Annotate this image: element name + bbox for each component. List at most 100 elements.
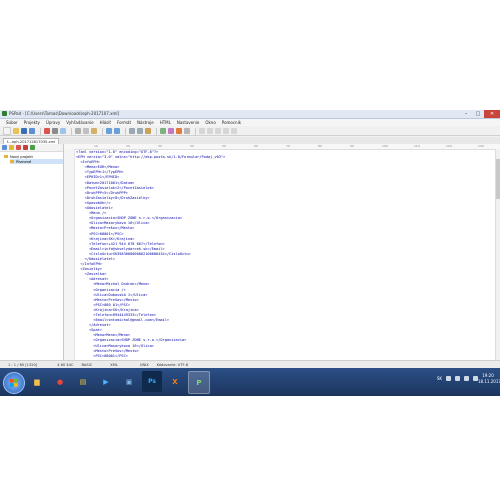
tool-icon[interactable] — [207, 128, 213, 134]
toolbar — [0, 127, 500, 136]
add-icon[interactable] — [30, 145, 35, 150]
ruler-mark: 10 — [94, 144, 98, 148]
status-position: 1 : 1 / 80 [1320] — [8, 363, 38, 367]
folder-icon[interactable]: ▆ — [27, 371, 47, 392]
project-icon[interactable] — [2, 145, 7, 150]
folder-icon[interactable] — [9, 145, 14, 150]
heart-icon[interactable] — [23, 145, 28, 150]
pspad-icon[interactable]: P — [188, 371, 210, 394]
tool-icon[interactable] — [199, 128, 205, 134]
menu-file[interactable]: Súbor — [6, 120, 18, 125]
flag-icon[interactable] — [455, 376, 460, 381]
menu-projects[interactable]: Projekty — [24, 120, 40, 125]
remove-icon[interactable] — [16, 145, 21, 150]
menu-view[interactable]: Hlásiť — [100, 120, 111, 125]
redo-icon[interactable] — [114, 128, 120, 134]
menu-format[interactable]: Formát — [117, 120, 131, 125]
status-syntax: XML — [110, 363, 118, 367]
status-eol: UNIX — [139, 363, 149, 367]
ruler-mark: 30 — [158, 144, 162, 148]
title-bar[interactable]: PSPad - [C:\Users\Tomas\Downloads\eph-20… — [0, 110, 500, 119]
tool-icon[interactable] — [231, 128, 237, 134]
status-column: 4 80 $4C — [57, 363, 74, 367]
search-icon[interactable] — [129, 128, 135, 134]
app-window: PSPad - [C:\Users\Tomas\Downloads\eph-20… — [0, 110, 500, 369]
project-item-label: Písmené — [16, 159, 32, 164]
tab-row: t...eph-201712817035.xml — [0, 137, 500, 145]
open-folder-icon[interactable] — [13, 128, 19, 134]
menu-settings[interactable]: Nastavenie — [177, 120, 199, 125]
clock[interactable]: 19:20 18.11.2017 — [478, 373, 500, 385]
windows-logo-icon — [10, 379, 18, 387]
tray-arrow-icon[interactable] — [446, 376, 451, 381]
system-tray: SK — [433, 376, 478, 381]
cut-icon[interactable] — [75, 128, 81, 134]
save-all-icon[interactable] — [29, 128, 35, 134]
photoshop-icon[interactable]: Ps — [142, 371, 162, 392]
app-icon[interactable]: ▣ — [119, 371, 139, 392]
clock-date: 18.11.2017 — [478, 379, 500, 384]
code-editor[interactable]: 10 20 30 40 50 60 70 80 90 100 110 120 1… — [64, 144, 500, 360]
ruler-mark: 90 — [350, 144, 354, 148]
network-icon[interactable] — [464, 376, 469, 381]
menu-edit[interactable]: Úpravy — [46, 120, 60, 125]
toolbar-separator — [71, 127, 72, 135]
line-gutter — [64, 149, 75, 360]
ruler-mark: 110 — [414, 144, 420, 148]
html-icon[interactable] — [160, 128, 166, 134]
vertical-scrollbar[interactable] — [495, 149, 500, 360]
status-encoding: Kódovanie: UTF-8 — [156, 363, 189, 367]
window-controls: – □ ✕ — [460, 110, 500, 118]
browser-icon[interactable] — [176, 128, 182, 134]
new-file-icon[interactable] — [3, 127, 11, 135]
color-icon[interactable] — [168, 128, 174, 134]
toolbar-separator — [195, 127, 196, 135]
print-icon[interactable] — [52, 128, 58, 134]
paste-icon[interactable] — [91, 128, 97, 134]
ruler-mark: 80 — [318, 144, 322, 148]
project-label: Nový projekt — [10, 154, 33, 159]
bookmark-icon[interactable] — [145, 128, 151, 134]
project-tree: Nový projekt Písmené — [0, 154, 63, 164]
replace-icon[interactable] — [137, 128, 143, 134]
toolbar-separator — [102, 127, 103, 135]
menu-help[interactable]: Pomocník — [222, 120, 241, 125]
menu-search[interactable]: Vyhľadávanie — [66, 120, 93, 125]
minimize-button[interactable]: – — [460, 110, 472, 118]
media-icon[interactable]: ▶ — [96, 371, 116, 392]
project-item-selected[interactable]: Písmené — [10, 159, 63, 164]
save-icon[interactable] — [21, 128, 27, 134]
menu-html[interactable]: HTML — [160, 120, 171, 125]
folder-icon — [10, 160, 14, 163]
toolbar-separator — [40, 127, 41, 135]
tool-icon[interactable] — [215, 128, 221, 134]
code-line[interactable]: <PSC>08001</PSC> — [76, 354, 496, 359]
start-button[interactable] — [3, 372, 25, 394]
settings-icon[interactable] — [184, 128, 190, 134]
ruler-mark: 70 — [286, 144, 290, 148]
explorer-icon[interactable]: ▤ — [73, 371, 93, 392]
toolbar-separator — [125, 127, 126, 135]
language-indicator[interactable]: SK — [437, 376, 442, 381]
xampp-icon[interactable]: X — [165, 371, 185, 392]
close-button[interactable]: ✕ — [484, 110, 500, 118]
close-file-icon[interactable] — [44, 128, 50, 134]
menu-window[interactable]: Okno — [205, 120, 215, 125]
copy-icon[interactable] — [83, 128, 89, 134]
maximize-button[interactable]: □ — [472, 110, 484, 118]
undo-icon[interactable] — [106, 128, 112, 134]
window-title: PSPad - [C:\Users\Tomas\Downloads\eph-20… — [9, 111, 120, 116]
ruler-mark: 100 — [382, 144, 388, 148]
status-mode: BASIC — [81, 363, 93, 367]
ruler-mark: 60 — [254, 144, 258, 148]
tool-icon[interactable] — [223, 128, 229, 134]
folder-icon — [4, 155, 8, 158]
ruler-mark: 40 — [190, 144, 194, 148]
preview-icon[interactable] — [60, 128, 66, 134]
code-text[interactable]: <?xml version="1.0" encoding="UTF-8"?> <E… — [76, 150, 496, 359]
chrome-icon[interactable]: ● — [50, 371, 70, 392]
toolbar-separator — [156, 127, 157, 135]
menu-tools[interactable]: Nástroje — [137, 120, 154, 125]
taskbar: ▆ ● ▤ ▶ ▣ Ps X P SK 19:20 18.11.2017 — [0, 368, 500, 396]
scrollbar-thumb[interactable] — [496, 159, 500, 199]
